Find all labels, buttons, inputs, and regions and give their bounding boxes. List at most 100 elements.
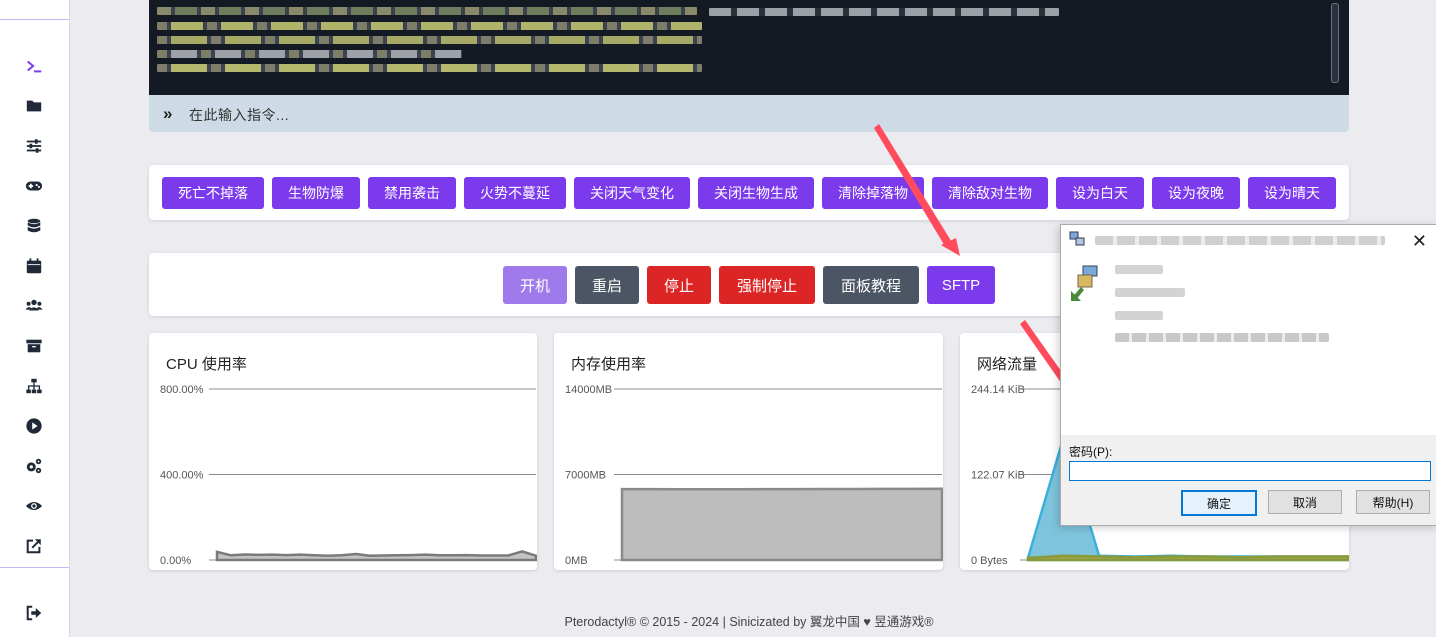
blurred-text (1115, 265, 1163, 274)
data-point (438, 554, 440, 556)
data-point (766, 488, 768, 490)
data-point (825, 488, 827, 490)
calendar-icon[interactable] (24, 256, 44, 276)
console-line (157, 36, 702, 44)
data-point (382, 555, 384, 557)
network-icon[interactable] (24, 376, 44, 396)
data-point (230, 554, 232, 556)
tick-label: 244.14 KiB (971, 384, 1025, 396)
data-point (341, 554, 343, 556)
kill-button[interactable]: 强制停止 (719, 266, 815, 304)
command-button[interactable]: 禁用袭击 (368, 177, 456, 209)
external-link-icon[interactable] (24, 536, 44, 556)
data-point (285, 554, 287, 556)
command-button[interactable]: 设为晴天 (1248, 177, 1336, 209)
close-icon[interactable]: ✕ (1412, 231, 1427, 252)
data-point (355, 553, 357, 555)
data-point (466, 554, 468, 556)
dialog-title-blurred (1095, 236, 1385, 245)
command-button[interactable]: 清除掉落物 (822, 177, 924, 209)
ok-button[interactable]: 确定 (1181, 490, 1257, 516)
data-point (1063, 555, 1065, 557)
stop-button[interactable]: 停止 (647, 266, 711, 304)
data-point (1240, 556, 1242, 558)
console-line (157, 22, 702, 30)
cogs-icon[interactable] (24, 456, 44, 476)
data-point (480, 555, 482, 557)
restart-button[interactable]: 重启 (575, 266, 639, 304)
data-point (1347, 555, 1349, 557)
data-point (521, 550, 523, 552)
help-button[interactable]: 帮助(H) (1356, 490, 1430, 514)
command-button[interactable]: 死亡不掉落 (162, 177, 264, 209)
play-icon[interactable] (24, 416, 44, 436)
eye-icon[interactable] (24, 496, 44, 516)
command-button[interactable]: 清除敌对生物 (932, 177, 1048, 209)
blurred-text (1115, 333, 1329, 342)
dialog-header: ✕ (1061, 225, 1436, 435)
data-point (452, 554, 454, 556)
folder-icon[interactable] (24, 96, 44, 116)
tick-label: 0.00% (160, 555, 191, 567)
data-point (369, 555, 371, 557)
console-output[interactable] (149, 0, 1349, 95)
console-line (709, 8, 1059, 16)
data-point (1205, 555, 1207, 557)
users-icon[interactable] (24, 296, 44, 316)
data-point (299, 554, 301, 556)
footer: Pterodactyl® © 2015 - 2024 | Sinicizated… (564, 615, 934, 629)
tick-label: 7000MB (565, 470, 606, 482)
sidebar-divider (0, 19, 69, 20)
command-button[interactable]: 设为白天 (1056, 177, 1144, 209)
memory-chart-card: 内存使用率 14000MB 7000MB 0MB (554, 333, 943, 570)
data-point (507, 555, 509, 557)
sidebar-divider (0, 567, 69, 568)
console-icon[interactable] (24, 56, 44, 76)
password-label: 密码(P): (1069, 445, 1113, 459)
series-area (215, 550, 537, 562)
chart-title: 网络流量 (977, 356, 1038, 373)
tick-label: 122.07 KiB (971, 470, 1025, 482)
database-icon[interactable] (24, 216, 44, 236)
tick-label: 0MB (565, 555, 588, 567)
command-input-bar[interactable]: » 在此输入指令... (149, 95, 1349, 132)
cancel-button[interactable]: 取消 (1268, 490, 1342, 514)
command-button[interactable]: 关闭生物生成 (698, 177, 814, 209)
data-point (216, 551, 218, 553)
console-line (157, 7, 697, 15)
tick-label: 400.00% (160, 470, 204, 482)
sftp-login-dialog: ✕ 密码(P): 确定 取消 帮助(H) (1060, 224, 1436, 526)
data-point (883, 488, 885, 490)
command-input[interactable]: 在此输入指令... (189, 105, 289, 125)
sftp-button[interactable]: SFTP (927, 266, 995, 304)
series-area (620, 487, 943, 562)
sidebar (0, 0, 70, 637)
data-point (737, 488, 739, 490)
data-point (679, 488, 681, 490)
logout-icon[interactable] (24, 603, 44, 623)
data-point (244, 553, 246, 555)
data-point (796, 488, 798, 490)
tutorial-button[interactable]: 面板教程 (823, 266, 919, 304)
password-field[interactable] (1069, 461, 1431, 481)
chart-title: 内存使用率 (571, 356, 647, 373)
data-point (1027, 557, 1029, 559)
app-icon (1069, 231, 1085, 246)
chevron-right-icon: » (163, 104, 173, 123)
command-button[interactable]: 设为夜晚 (1152, 177, 1240, 209)
tick-label: 0 Bytes (971, 555, 1008, 567)
command-button[interactable]: 关闭天气变化 (574, 177, 690, 209)
data-point (854, 488, 856, 490)
start-button[interactable]: 开机 (503, 266, 567, 304)
sliders-icon[interactable] (24, 136, 44, 156)
data-point (535, 555, 537, 557)
archive-icon[interactable] (24, 336, 44, 356)
data-point (650, 488, 652, 490)
console-scrollbar[interactable] (1331, 3, 1339, 83)
gamepad-icon[interactable] (24, 176, 44, 196)
blurred-text (1115, 288, 1185, 297)
command-button[interactable]: 生物防爆 (272, 177, 360, 209)
command-button[interactable]: 火势不蔓延 (464, 177, 566, 209)
data-point (912, 488, 914, 490)
data-point (1134, 556, 1136, 558)
